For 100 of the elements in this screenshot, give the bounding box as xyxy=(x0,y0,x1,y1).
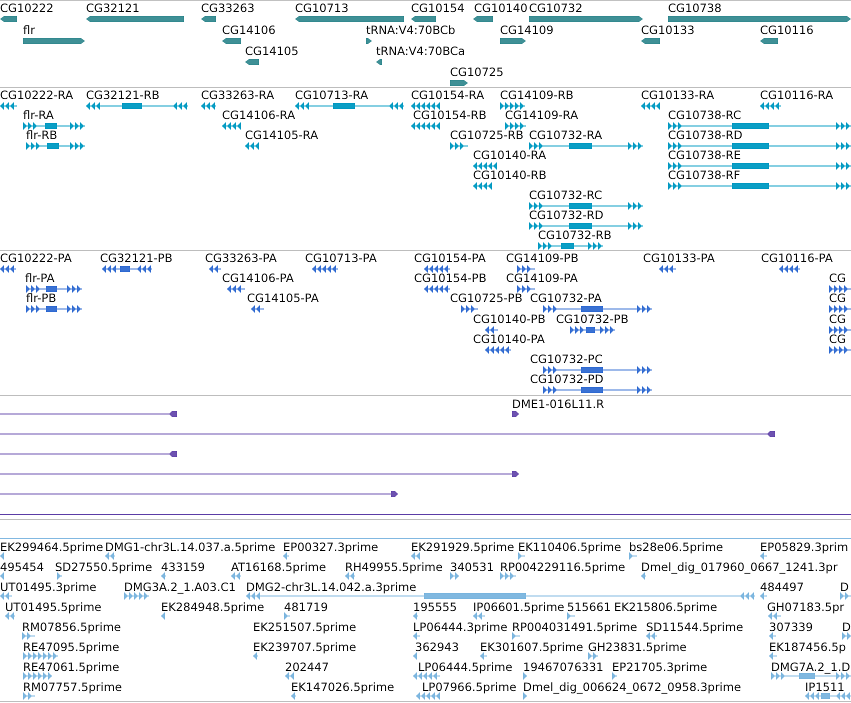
feature-label: CG10140 xyxy=(474,1,528,15)
feature-label: CG10116-RA xyxy=(760,88,834,102)
feature-label: D xyxy=(842,620,851,634)
feature-label: flr xyxy=(23,23,35,37)
feature-label: 195555 xyxy=(413,600,457,614)
feature-label: EP21705.3prime xyxy=(612,660,708,674)
feature-label: CG10732-PD xyxy=(530,372,604,386)
feature-label: CG14105-PA xyxy=(247,291,319,306)
feature-label: CG14105 xyxy=(245,44,299,58)
feature-label: CG14109-RA xyxy=(505,108,578,122)
feature-label: CG xyxy=(829,271,846,286)
feature-label: CG10154 xyxy=(411,1,465,15)
feature-label: flr-PA xyxy=(25,271,54,286)
feature-label: EK251507.5prime xyxy=(253,620,356,634)
feature-label: CG10154-RB xyxy=(413,108,487,122)
feature-label: tRNA:V4:70BCb xyxy=(366,23,456,37)
feature-label: flr-RB xyxy=(26,128,58,142)
feature-label: CG14109-PB xyxy=(506,251,578,265)
feature-label: CG10713-PA xyxy=(305,251,377,265)
feature-label: CG10725-PB xyxy=(450,291,522,306)
feature-label: 307339 xyxy=(769,620,813,634)
feature-label: DMG2-chr3L.14.042.a.3prime xyxy=(246,580,416,594)
feature-label: flr-PB xyxy=(26,291,56,306)
feature-label: CG33263-RA xyxy=(201,88,274,102)
feature-label: CG10732-PA xyxy=(530,291,602,306)
feature-label: RM07757.5prime xyxy=(23,680,122,694)
feature-label: CG10738-RE xyxy=(668,148,741,162)
feature-label: GH23831.5prime xyxy=(588,640,687,654)
feature-label: 515661 xyxy=(567,600,611,614)
feature-label: 19467076331 xyxy=(523,660,604,674)
feature-label: CG10222 xyxy=(0,1,54,15)
feature-label: CG32121-RB xyxy=(86,88,160,102)
feature-label: CG14106-RA xyxy=(222,108,296,122)
feature-label: LP06444.3prime xyxy=(413,620,508,634)
feature-label: CG10133 xyxy=(641,23,695,37)
feature-label: CG14109-RB xyxy=(500,88,574,102)
feature-label: RP004229116.5prime xyxy=(500,560,626,574)
feature-label: CG10133-RA xyxy=(641,88,714,102)
feature-label: flr-RA xyxy=(23,108,54,122)
feature-label: CG10738 xyxy=(668,1,722,15)
feature-label: DMG7A.2_1.D xyxy=(771,660,850,674)
feature-label: CG10725-RB xyxy=(450,128,524,142)
feature-label: tRNA:V4:70BCa xyxy=(376,44,466,58)
feature-label: RH49955.5prime xyxy=(345,560,443,574)
feature-label: DME1-016L11.R xyxy=(512,397,604,411)
feature-label: GH07183.5pr xyxy=(767,600,844,614)
feature-label: CG14105-RA xyxy=(245,128,318,142)
feature-label: EK147026.5prime xyxy=(291,680,394,694)
feature-label: CG10140-RB xyxy=(473,168,547,182)
feature-label: IP06601.5prime xyxy=(473,600,564,614)
feature-label: CG10140-PB xyxy=(473,312,546,326)
feature-label: EP00327.3prime xyxy=(283,540,378,554)
feature-label: EP05829.3prim xyxy=(760,540,848,554)
feature-label: 495454 xyxy=(0,560,44,574)
feature-label: EK239707.5prime xyxy=(253,640,356,654)
feature-label: CG10732-RD xyxy=(529,208,604,222)
feature-label: CG32121-PB xyxy=(100,251,172,265)
feature-label: RE47095.5prime xyxy=(23,640,120,654)
feature-label: UT01495.5prime xyxy=(5,600,102,614)
feature-label: EK284948.5prime xyxy=(161,600,264,614)
feature-label: CG33263 xyxy=(201,1,255,15)
feature-label: 484497 xyxy=(760,580,804,594)
feature-label: UT01495.3prime xyxy=(0,580,96,594)
feature-label: CG xyxy=(829,312,846,326)
feature-label: EK215806.5prime xyxy=(614,600,718,614)
feature-label: CG10154-PA xyxy=(414,251,486,265)
feature-label: EK301607.5prime xyxy=(480,640,584,654)
feature-label: CG10222-RA xyxy=(0,88,74,102)
feature-label: CG33263-PA xyxy=(205,251,277,265)
feature-label: CG10732 xyxy=(529,1,583,15)
feature-label: Dmel_dig_017960_0667_1241.3pr xyxy=(641,560,838,574)
feature-label: CG10725 xyxy=(450,65,504,79)
feature-label: CG10732-RA xyxy=(529,128,602,142)
feature-label: CG10154-PB xyxy=(414,271,486,286)
feature-label: CG10738-RC xyxy=(668,108,742,122)
feature-label: CG10116 xyxy=(760,23,814,37)
feature-label: AT16168.5prime xyxy=(231,560,326,574)
feature-label: CG xyxy=(829,291,846,306)
feature-label: IP1511 xyxy=(805,680,845,694)
feature-label: 433159 xyxy=(161,560,205,574)
feature-label: RM07856.5prime xyxy=(22,620,121,634)
feature-label: CG10738-RD xyxy=(668,128,743,142)
feature-label: DMG3A.2_1.A03.C1 xyxy=(124,580,236,594)
feature-label: EK291929.5prime xyxy=(411,540,514,554)
feature-label: CG10732-PB xyxy=(556,312,628,326)
feature-label: LP06444.5prime xyxy=(418,660,512,674)
feature-label: EK110406.5prime xyxy=(518,540,622,554)
feature-label: D xyxy=(840,580,849,594)
feature-label: CG10732-RC xyxy=(529,188,602,202)
feature-label: RE47061.5prime xyxy=(23,660,120,674)
feature-label: CG14106 xyxy=(222,23,276,37)
feature-label: bs28e06.5prime xyxy=(629,540,724,554)
feature-label: 202447 xyxy=(285,660,329,674)
feature-label: CG14106-PA xyxy=(222,271,294,286)
feature-label: CG10732-RB xyxy=(538,228,612,242)
feature-label: CG14109 xyxy=(500,23,554,37)
feature-label: SD11544.5prime xyxy=(646,620,744,634)
feature-label: CG xyxy=(829,332,846,346)
feature-label: CG10140-RA xyxy=(473,148,546,162)
feature-label: CG10116-PA xyxy=(761,251,833,265)
